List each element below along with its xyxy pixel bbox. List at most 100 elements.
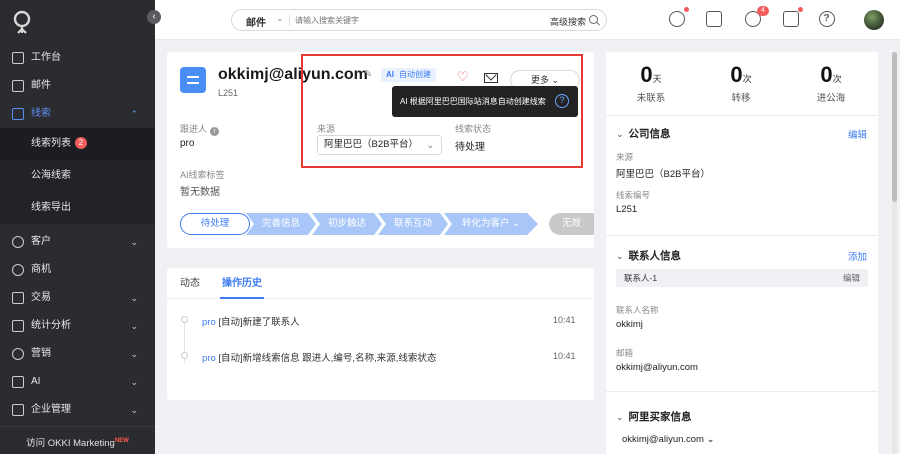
- lead-title: okkimj@aliyun.com: [218, 66, 368, 83]
- sidebar-item-label: 营销: [31, 348, 51, 359]
- stage-interaction[interactable]: 联系互动: [378, 213, 448, 235]
- status-label: 线索状态: [455, 124, 492, 134]
- count-badge: 2: [75, 137, 87, 149]
- sidebar-subitem-public-leads[interactable]: 公海线索: [0, 160, 155, 192]
- history-card: 动态 操作历史 pro [自动]新建了联系人 10:41 pro [自动]新增线…: [167, 268, 594, 400]
- heart-icon[interactable]: ♡: [457, 70, 471, 83]
- stage-pending[interactable]: 待处理: [180, 213, 250, 235]
- add-contact-link[interactable]: 添加: [848, 249, 867, 263]
- timeline-dot: [181, 352, 188, 359]
- leads-submenu: 线索列表 2 公海线索 线索导出: [0, 128, 155, 224]
- collapse-sidebar-button[interactable]: ‹: [147, 10, 161, 24]
- stage-initial-contact[interactable]: 初步触达: [312, 213, 382, 235]
- ai-lead-tag-label: AI线索标签: [180, 170, 225, 180]
- envelope-icon[interactable]: [484, 73, 498, 83]
- sidebar-item-mail[interactable]: 邮件: [0, 72, 155, 100]
- chevron-down-icon: ⌄: [130, 293, 138, 303]
- company-info-header[interactable]: ⌄ 公司信息: [616, 126, 671, 141]
- global-search: 邮件 ⌄ 高级搜索: [231, 9, 607, 31]
- right-panel-scrollbar[interactable]: [892, 52, 897, 454]
- sidebar-item-label: 客户: [31, 236, 51, 247]
- sidebar-subitem-label: 公海线索: [31, 170, 71, 181]
- ai-created-tag[interactable]: AI 自动创建: [381, 68, 436, 82]
- search-input[interactable]: [295, 12, 535, 28]
- tooltip-text: AI 根据阿里巴巴国际站消息自动创建线索: [400, 97, 546, 106]
- entry-time: 10:41: [553, 351, 576, 361]
- sidebar-item-label: 邮件: [31, 80, 51, 91]
- source-select[interactable]: 阿里巴巴（B2B平台） ⌄: [317, 135, 442, 155]
- contact-row: 联系人-1 编辑: [616, 269, 868, 287]
- edit-pencil-icon[interactable]: ✎: [364, 69, 372, 80]
- notification-count-badge: 4: [757, 6, 769, 16]
- tab-operation-history[interactable]: 操作历史: [220, 268, 264, 299]
- chevron-down-icon: ⌄: [616, 251, 624, 261]
- chevron-down-icon: ⌄: [616, 129, 624, 139]
- okki-marketing-link[interactable]: 访问 OKKI MarketingNEW: [0, 426, 155, 454]
- entry-time: 10:41: [553, 315, 576, 325]
- stage-complete-info[interactable]: 完善信息: [246, 213, 316, 235]
- edit-company-link[interactable]: 编辑: [848, 127, 867, 141]
- home-icon: [12, 52, 24, 64]
- deal-icon: [12, 292, 24, 304]
- chevron-down-icon: ⌄: [130, 405, 138, 415]
- buyer-info-header[interactable]: ⌄ 阿里买家信息: [616, 409, 692, 424]
- sidebar-item-customers[interactable]: 客户 ⌄: [0, 228, 155, 256]
- timeline-entry: pro [自动]新建了联系人: [202, 317, 300, 328]
- search-icon[interactable]: [589, 15, 598, 24]
- lead-detail-card: okkimj@aliyun.com ✎ AI 自动创建 L251 ♡ 更多 ⌄ 跟…: [167, 52, 594, 248]
- shield-check-icon[interactable]: [783, 7, 803, 27]
- help-icon[interactable]: ?: [819, 11, 835, 27]
- buyer-email-select[interactable]: okkimj@aliyun.com ⌄: [622, 434, 715, 445]
- chevron-down-icon: ⌄: [130, 321, 138, 331]
- actor-link[interactable]: pro: [202, 317, 216, 328]
- contact-email-value: okkimj@aliyun.com: [616, 362, 698, 373]
- mail-icon: [12, 80, 24, 92]
- ai-created-tooltip: AI 根据阿里巴巴国际站消息自动创建线索 ?: [392, 86, 578, 117]
- sidebar-item-label: 统计分析: [31, 320, 71, 331]
- chevron-up-icon: ⌃: [130, 109, 138, 119]
- sidebar-subitem-label: 线索列表: [31, 138, 71, 149]
- stat-uncontacted: 0天 未联系: [636, 62, 666, 104]
- customer-icon: [12, 236, 24, 248]
- help-icon[interactable]: ?: [555, 94, 569, 108]
- advanced-search-link[interactable]: 高级搜索: [550, 15, 586, 28]
- stat-transfers: 0次 转移: [730, 62, 752, 104]
- actor-link[interactable]: pro: [202, 353, 216, 364]
- avatar[interactable]: [864, 10, 884, 30]
- sidebar-item-opportunities[interactable]: 商机: [0, 256, 155, 284]
- sidebar-subitem-lead-export[interactable]: 线索导出: [0, 192, 155, 224]
- chevron-down-icon: ⌄: [130, 237, 138, 247]
- sidebar-item-label: 交易: [31, 292, 51, 303]
- sidebar-item-analytics[interactable]: 统计分析 ⌄: [0, 312, 155, 340]
- contact-row-label: 联系人-1: [624, 273, 658, 283]
- assistant-icon[interactable]: [669, 7, 689, 27]
- okki-logo-icon[interactable]: [12, 10, 32, 36]
- company-source-value: 阿里巴巴（B2B平台）: [616, 169, 710, 180]
- bell-icon[interactable]: 4: [745, 6, 769, 27]
- divider: [606, 391, 878, 392]
- sidebar-item-workbench[interactable]: 工作台: [0, 44, 155, 72]
- sidebar-subitem-label: 线索导出: [31, 202, 71, 213]
- lead-id: L251: [218, 88, 239, 98]
- chart-icon: [12, 320, 24, 332]
- calendar-icon[interactable]: [706, 11, 722, 27]
- timeline-entry: pro [自动]新增线索信息 跟进人,编号,名称,来源,线索状态: [202, 353, 437, 364]
- edit-contact-link[interactable]: 编辑: [843, 269, 860, 287]
- chevron-down-icon[interactable]: ⌄: [276, 13, 284, 24]
- sidebar-subitem-lead-list[interactable]: 线索列表 2: [0, 128, 155, 160]
- company-source-label: 来源: [616, 152, 634, 162]
- ai-icon: [12, 376, 24, 388]
- scrollbar-thumb[interactable]: [892, 52, 897, 202]
- sidebar-item-marketing[interactable]: 营销 ⌄: [0, 340, 155, 368]
- contact-info-header[interactable]: ⌄ 联系人信息: [616, 248, 681, 263]
- sidebar-item-enterprise[interactable]: 企业管理 ⌄: [0, 396, 155, 424]
- chevron-down-icon: ⌄: [130, 349, 138, 359]
- search-scope-select[interactable]: 邮件: [246, 14, 266, 29]
- tab-activity[interactable]: 动态: [180, 268, 200, 299]
- stage-convert-customer[interactable]: 转化为客户 ⌄: [444, 213, 538, 235]
- sidebar-item-deals[interactable]: 交易 ⌄: [0, 284, 155, 312]
- sidebar-item-ai[interactable]: AI ⌄: [0, 368, 155, 396]
- info-icon[interactable]: i: [210, 127, 220, 136]
- stage-invalid[interactable]: 无效: [549, 213, 594, 235]
- sidebar-item-leads[interactable]: 线索 ⌃: [0, 100, 155, 128]
